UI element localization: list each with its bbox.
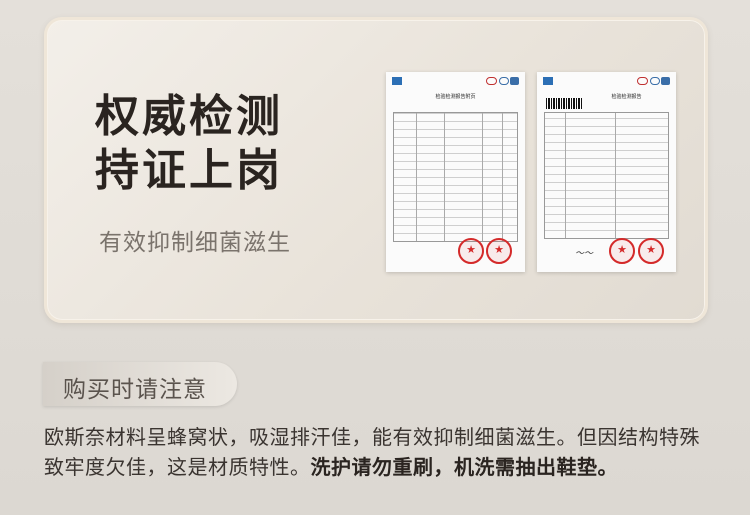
certificate-title: 检验检测报告	[611, 94, 642, 100]
institute-logo-icon	[392, 77, 402, 85]
cma-logo-icon	[486, 77, 497, 85]
certificate-title: 检验检测报告附页	[435, 94, 476, 100]
certification-card: 权威检测 持证上岗 有效抑制细菌滋生 检验检测报告附页 检验检测报告	[44, 17, 708, 323]
cnas-logo-icon	[650, 77, 660, 85]
red-seal-stamp-icon	[458, 238, 484, 264]
notice-tag-label: 购买时请注意	[63, 377, 207, 403]
institute-logo-icon	[543, 77, 553, 85]
certificate-header	[543, 77, 670, 87]
heading-line-2: 持证上岗	[95, 145, 283, 196]
certificate-table	[393, 112, 518, 242]
red-seal-stamp-icon	[486, 238, 512, 264]
red-seal-stamp-icon	[638, 238, 664, 264]
ilac-logo-icon	[510, 77, 519, 85]
notice-tag: 购买时请注意	[43, 362, 237, 406]
notice-body: 欧斯奈材料呈蜂窝状，吸湿排汗佳，能有效抑制细菌滋生。但因结构特殊致牢度欠佳，这是…	[44, 422, 714, 482]
notice-warning-text: 洗护请勿重刷，机洗需抽出鞋垫。	[310, 455, 618, 479]
signature-mark: 〜〜	[575, 249, 594, 259]
certificate-table	[544, 112, 669, 239]
heading-subtitle: 有效抑制细菌滋生	[99, 230, 291, 256]
cnas-logo-icon	[499, 77, 509, 85]
certificate-header	[392, 77, 519, 87]
certificate-document-1: 检验检测报告附页	[386, 72, 525, 272]
ilac-logo-icon	[661, 77, 670, 85]
cma-logo-icon	[637, 77, 648, 85]
certificate-document-2: 检验检测报告 〜〜	[537, 72, 676, 272]
heading-line-1: 权威检测	[95, 91, 283, 142]
red-seal-stamp-icon	[609, 238, 635, 264]
